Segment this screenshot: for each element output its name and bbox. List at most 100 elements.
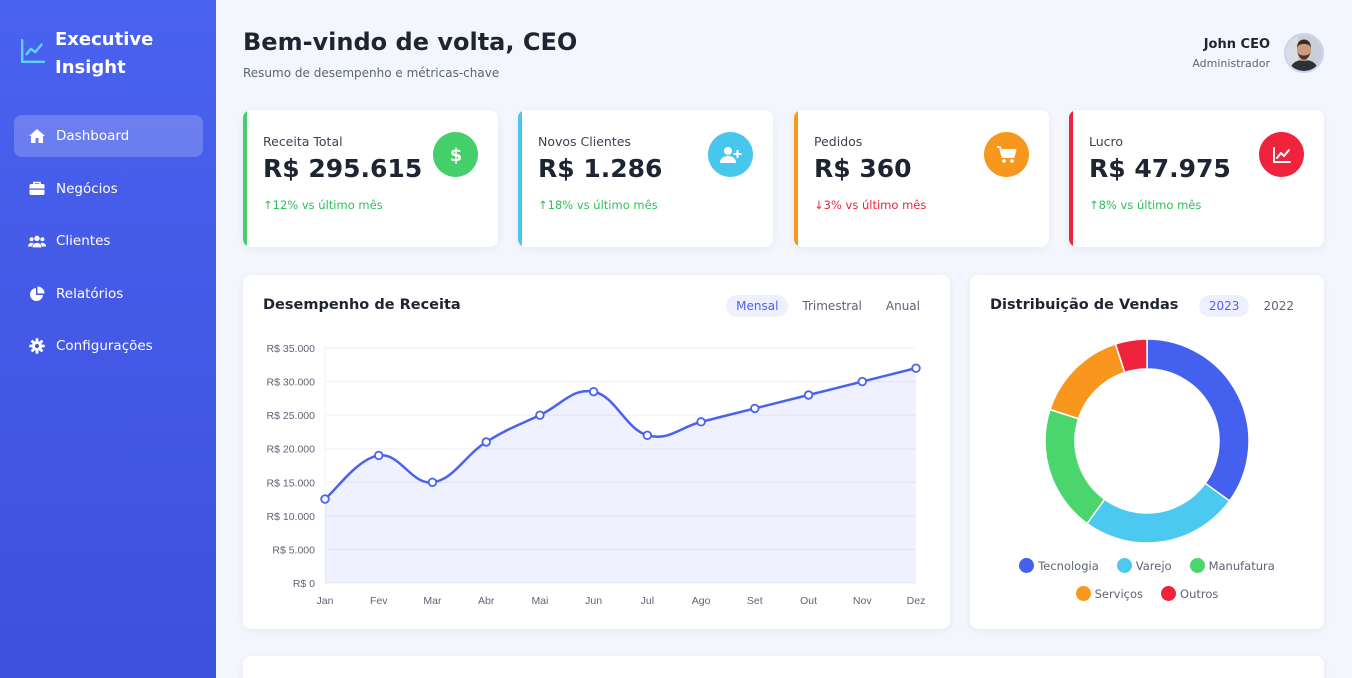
y-tick-label: R$ 35.000 [267,343,316,355]
x-tick-label: Set [747,595,763,607]
home-icon [28,127,46,145]
y-tick-label: R$ 0 [293,578,315,590]
y-tick-label: R$ 25.000 [267,410,316,422]
kpi-value: R$ 47.975 [1089,154,1231,183]
data-point[interactable] [750,403,760,414]
sidebar-item-label: Dashboard [56,128,130,144]
kpi-value: R$ 360 [814,154,912,183]
cart-icon [984,132,1029,177]
sidebar-item-label: Configurações [56,338,153,355]
donut-slice[interactable] [1085,482,1231,544]
donut-legend-row-1: Tecnologia Varejo Manufatura [970,558,1324,573]
kpi-label: Novos Clientes [538,134,631,149]
sales-panel-title: Distribuição de Vendas [990,297,1179,313]
kpi-change: ↑12% vs último mês [263,198,383,212]
kpi-value: R$ 295.615 [263,154,423,183]
y-tick-label: R$ 15.000 [267,477,316,489]
donut-legend-row-2: Serviços Outros [970,586,1324,601]
data-point[interactable] [803,390,814,400]
legend-item[interactable]: Tecnologia [1019,558,1099,573]
revenue-panel: Desempenho de Receita Mensal Trimestral … [243,275,950,629]
sidebar-item-label: Relatórios [56,285,124,302]
sidebar-nav: Dashboard Negócios Clientes Relatórios C… [14,115,203,378]
donut-slice[interactable] [1044,408,1106,525]
dollar-icon: $ [433,132,478,177]
gear-icon [28,337,46,355]
legend-item[interactable]: Serviços [1075,586,1143,601]
sidebar-item-label: Clientes [56,233,111,250]
sidebar-item-dashboard[interactable]: Dashboard [14,115,203,157]
data-point[interactable] [911,363,921,373]
chart-line-icon [20,38,46,64]
data-point[interactable] [481,437,491,447]
data-point[interactable] [374,450,384,461]
sales-donut-chart [1044,338,1250,544]
kpi-value: R$ 1.286 [538,154,663,183]
y-tick-label: R$ 30.000 [267,377,316,389]
kpi-card-receita[interactable]: Receita Total R$ 295.615 ↑12% vs último … [243,110,498,247]
users-icon [28,232,46,250]
sales-tabs: 2023 2022 [1195,295,1304,317]
x-tick-label: Abr [478,595,495,607]
kpi-change: ↑18% vs último mês [538,198,658,212]
sidebar-item-label: Negócios [56,180,118,197]
x-tick-label: Mar [423,595,442,607]
arrow-up-icon: ↑ [263,198,273,212]
data-point[interactable] [588,386,599,397]
data-point[interactable] [427,477,438,487]
sidebar-item-relatorios[interactable]: Relatórios [14,273,203,315]
kpi-card-lucro[interactable]: Lucro R$ 47.975 ↑8% vs último mês [1069,110,1324,247]
x-tick-label: Jun [585,595,602,607]
data-point[interactable] [642,430,653,440]
y-tick-label: R$ 20.000 [267,444,316,456]
y-tick-label: R$ 10.000 [267,511,316,523]
data-point[interactable] [857,376,867,387]
kpi-change: ↑8% vs último mês [1089,198,1202,212]
data-point[interactable] [320,494,330,504]
avatar[interactable] [1284,33,1324,73]
bottom-panel [243,656,1324,678]
sidebar-item-configuracoes[interactable]: Configurações [14,325,203,367]
svg-text:$: $ [449,145,462,165]
chart-line-icon [1259,132,1304,177]
sidebar: Executive Insight Dashboard Negócios Cli… [0,0,216,678]
legend-item[interactable]: Varejo [1116,558,1172,573]
legend-item[interactable]: Manufatura [1189,558,1275,573]
arrow-up-icon: ↑ [538,198,548,212]
tab-2023[interactable]: 2023 [1198,295,1250,317]
revenue-line-chart: R$ 0 R$ 5.000 R$ 10.000 R$ 15.000 R$ 20.000 R… [267,343,926,607]
y-tick-label: R$ 5.000 [272,544,315,556]
user-name: John CEO [1203,36,1270,52]
x-tick-label: Jul [641,595,654,607]
user-menu[interactable]: John CEO Administrador [1192,33,1324,73]
sidebar-item-clientes[interactable]: Clientes [14,220,203,262]
arrow-down-icon: ↓ [814,198,824,212]
x-tick-label: Jan [317,595,334,607]
sales-panel: Distribuição de Vendas 2023 2022 Tecnolo… [970,275,1324,629]
x-tick-label: Out [800,595,817,607]
kpi-card-clientes[interactable]: Novos Clientes R$ 1.286 ↑18% vs último m… [518,110,773,247]
page-title: Bem-vindo de volta, CEO [243,28,578,56]
brand[interactable]: Executive Insight [20,26,165,82]
x-tick-label: Mai [531,595,548,607]
kpi-card-pedidos[interactable]: Pedidos R$ 360 ↓3% vs último mês [794,110,1049,247]
kpi-label: Receita Total [263,134,343,149]
data-point[interactable] [535,410,545,420]
x-tick-label: Dez [907,595,926,607]
x-tick-label: Fev [370,595,388,607]
tab-2022[interactable]: 2022 [1253,295,1304,317]
kpi-label: Lucro [1089,134,1124,149]
kpi-change: ↓3% vs último mês [814,198,927,212]
page-subtitle: Resumo de desempenho e métricas-chave [243,66,500,80]
x-tick-label: Ago [692,595,711,607]
x-tick-label: Nov [853,595,872,607]
pie-chart-icon [28,285,46,303]
user-role: Administrador [1192,56,1270,70]
donut-slice[interactable] [1049,343,1126,420]
data-point[interactable] [696,417,706,427]
kpi-label: Pedidos [814,134,863,149]
donut-slice[interactable] [1146,338,1250,503]
sidebar-item-negocios[interactable]: Negócios [14,168,203,210]
legend-item[interactable]: Outros [1161,586,1218,601]
arrow-up-icon: ↑ [1089,198,1099,212]
